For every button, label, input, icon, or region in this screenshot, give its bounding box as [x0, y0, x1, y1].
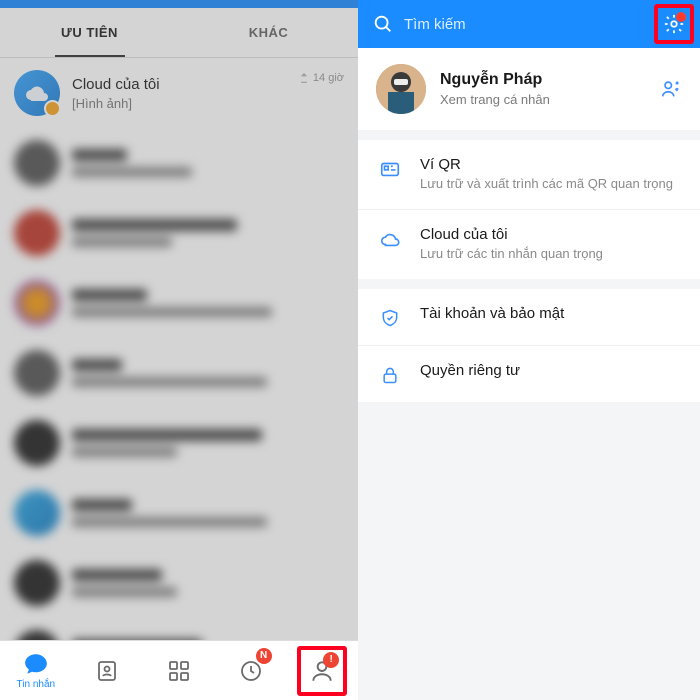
conversations-panel: ƯU TIÊN KHÁC Cloud của tôi [Hình ảnh] 14… [0, 0, 358, 700]
tab-priority[interactable]: ƯU TIÊN [0, 8, 179, 57]
chat-preview: [Hình ảnh] [72, 96, 344, 111]
qr-wallet-icon [376, 158, 404, 180]
avatar-icon [14, 420, 60, 466]
storage-section: Ví QR Lưu trữ và xuất trình các mã QR qu… [358, 140, 700, 279]
option-title: Cloud của tôi [420, 226, 682, 243]
option-title: Quyền riêng tư [420, 362, 682, 379]
option-sub: Lưu trữ và xuất trình các mã QR quan trọ… [420, 176, 682, 193]
nav-label: Tin nhắn [17, 679, 56, 690]
nav-discover[interactable] [154, 646, 204, 696]
option-qr-wallet[interactable]: Ví QR Lưu trữ và xuất trình các mã QR qu… [358, 140, 700, 210]
grid-icon [166, 658, 192, 684]
chat-time: 14 giờ [299, 72, 344, 84]
chat-item[interactable] [0, 618, 358, 640]
option-sub: Lưu trữ các tin nhắn quan trọng [420, 246, 682, 263]
chat-item[interactable] [0, 478, 358, 548]
chat-item[interactable] [0, 198, 358, 268]
avatar-icon [14, 140, 60, 186]
chat-bubble-icon [23, 651, 49, 677]
avatar-icon [14, 210, 60, 256]
alert-badge: ! [323, 652, 339, 668]
contacts-icon [94, 658, 120, 684]
nav-me[interactable]: ! [297, 646, 347, 696]
profile-sub: Xem trang cá nhân [440, 92, 660, 107]
option-privacy[interactable]: Quyền riêng tư [358, 346, 700, 402]
chat-item[interactable] [0, 548, 358, 618]
lock-icon [376, 364, 404, 386]
cloud-icon [376, 228, 404, 250]
profile-row[interactable]: Nguyễn Pháp Xem trang cá nhân [358, 48, 700, 130]
avatar-icon [14, 630, 60, 640]
conversation-tabs: ƯU TIÊN KHÁC [0, 8, 358, 58]
option-account-security[interactable]: Tài khoản và bảo mật [358, 289, 700, 346]
option-my-cloud[interactable]: Cloud của tôi Lưu trữ các tin nhắn quan … [358, 210, 700, 279]
nav-timeline[interactable]: N [226, 646, 276, 696]
avatar-icon [14, 280, 60, 326]
nav-messages[interactable]: Tin nhắn [11, 646, 61, 696]
chat-item[interactable] [0, 338, 358, 408]
settings-button[interactable] [654, 4, 694, 44]
search-bar: Tìm kiếm [358, 0, 700, 48]
status-bar [0, 0, 358, 8]
alert-dot-icon [675, 11, 687, 23]
chat-item-cloud[interactable]: Cloud của tôi [Hình ảnh] 14 giờ [0, 58, 358, 128]
nav-contacts[interactable] [82, 646, 132, 696]
profile-avatar [376, 64, 426, 114]
profile-name: Nguyễn Pháp [440, 71, 660, 89]
avatar-icon [14, 490, 60, 536]
notification-badge: N [256, 648, 272, 664]
option-title: Ví QR [420, 156, 682, 173]
me-panel: Tìm kiếm Nguyễn Pháp Xem trang cá nhân V… [358, 0, 700, 700]
search-input[interactable]: Tìm kiếm [404, 16, 654, 33]
profile-text: Nguyễn Pháp Xem trang cá nhân [440, 71, 660, 107]
swap-user-icon[interactable] [660, 78, 682, 100]
cloud-avatar-icon [14, 70, 60, 116]
option-title: Tài khoản và bảo mật [420, 305, 682, 322]
chat-item[interactable] [0, 408, 358, 478]
avatar-icon [14, 350, 60, 396]
avatar-icon [14, 560, 60, 606]
bottom-nav: Tin nhắn N ! [0, 640, 358, 700]
tab-other[interactable]: KHÁC [179, 8, 358, 57]
security-section: Tài khoản và bảo mật Quyền riêng tư [358, 289, 700, 402]
chat-item[interactable] [0, 128, 358, 198]
shield-icon [376, 307, 404, 329]
search-icon[interactable] [370, 13, 396, 35]
chat-item[interactable] [0, 268, 358, 338]
chat-list: Cloud của tôi [Hình ảnh] 14 giờ [0, 58, 358, 640]
